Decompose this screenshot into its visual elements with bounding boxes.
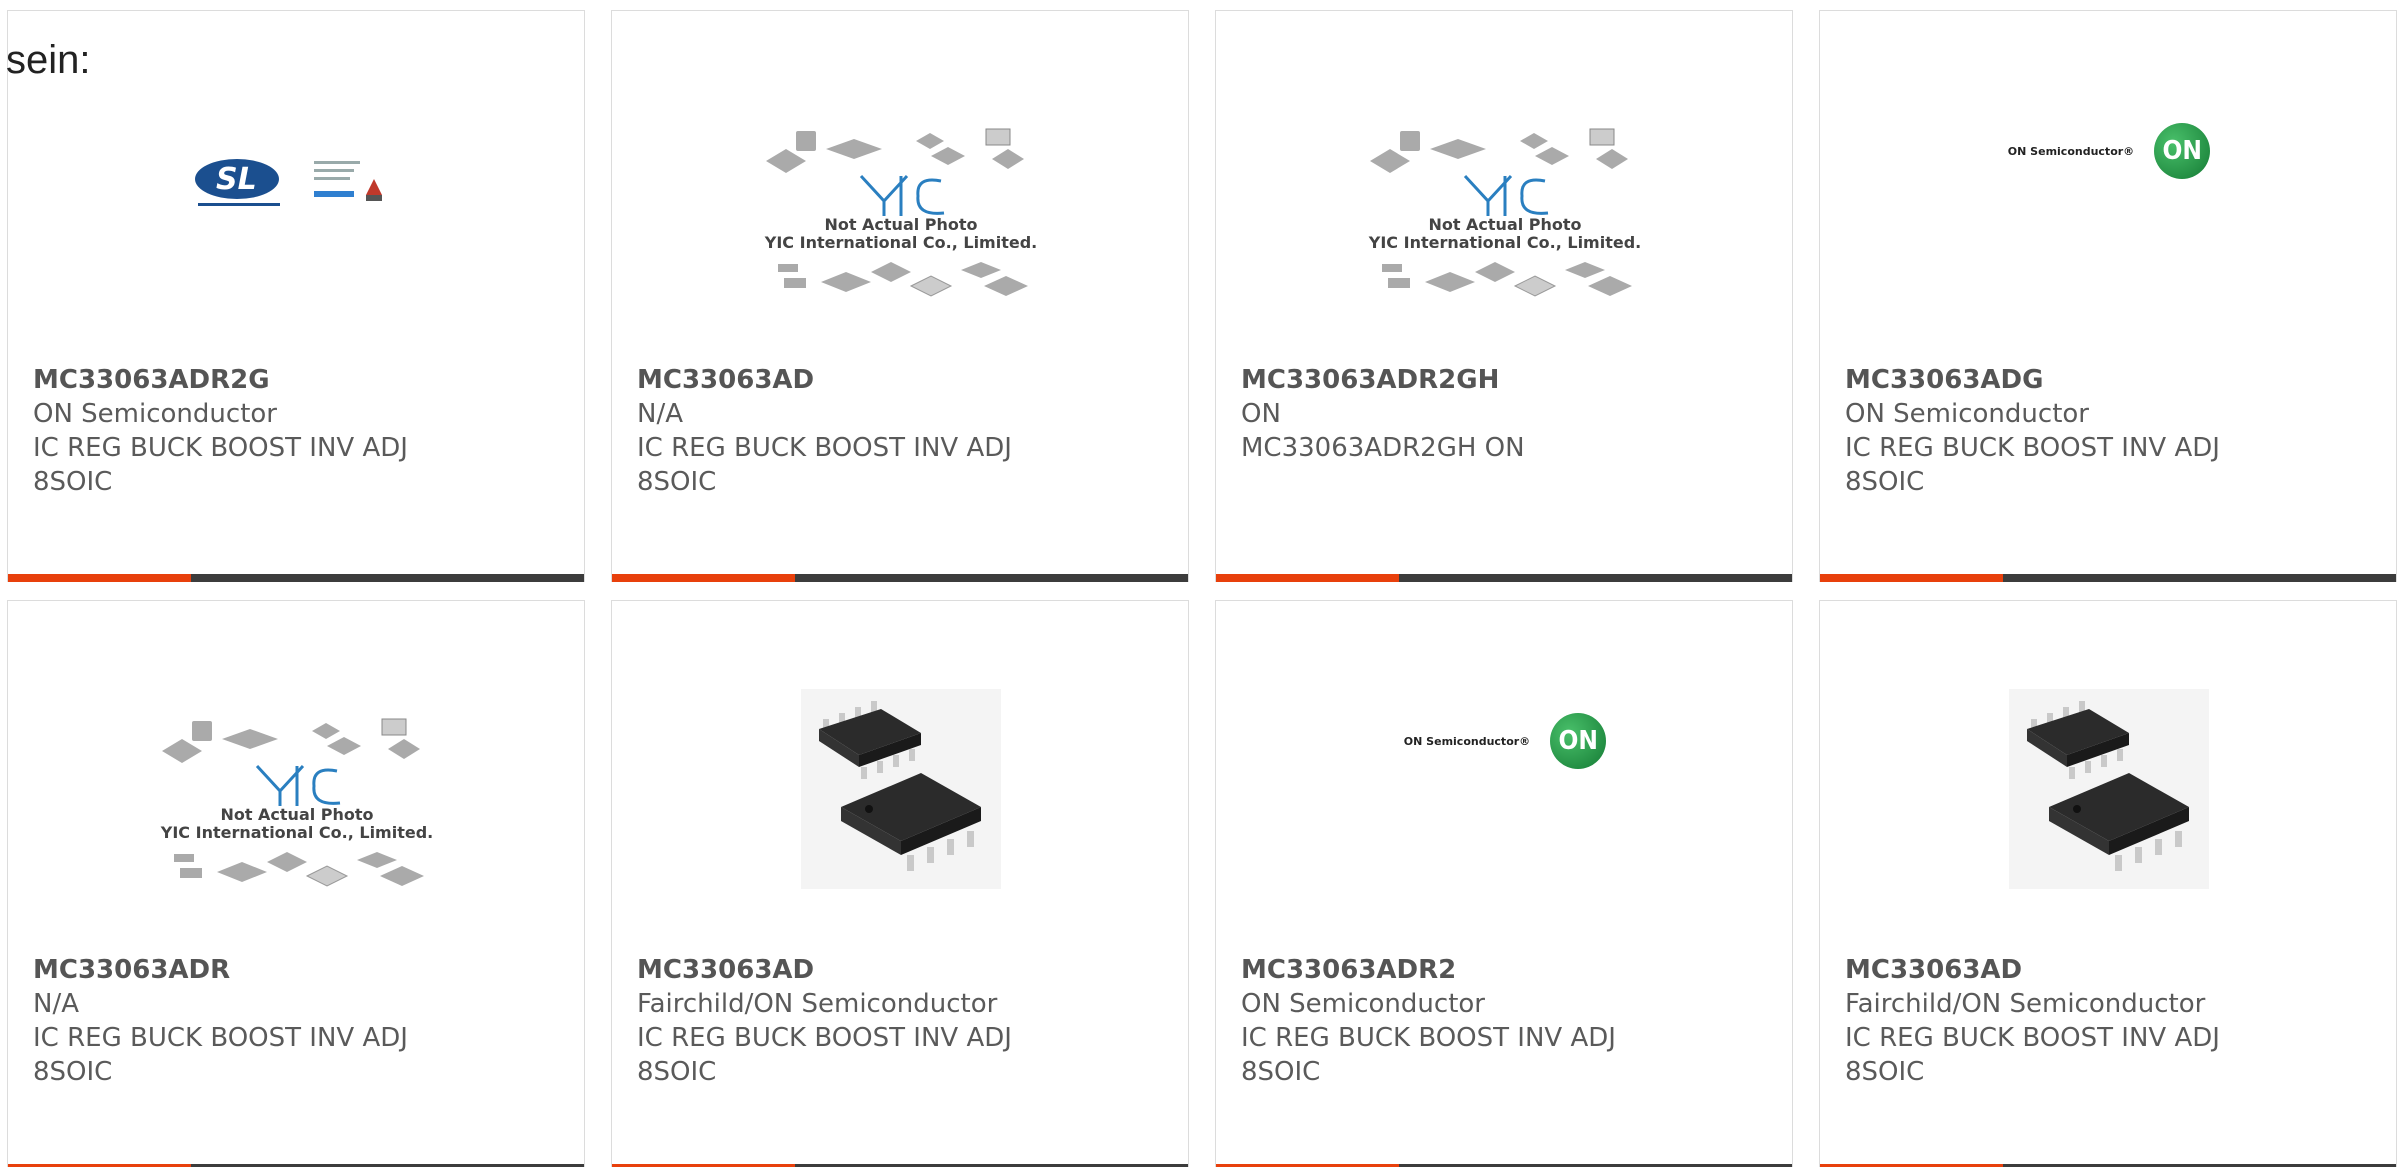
yic-placeholder: Not Actual Photo YIC International Co., … xyxy=(161,711,433,892)
manufacturer: N/A xyxy=(637,399,683,429)
product-info: MC33063AD Fairchild/ON Semiconductor IC … xyxy=(1845,953,2375,1089)
product-image[interactable]: Not Actual Photo YIC International Co., … xyxy=(1216,101,1792,361)
product-info: MC33063AD N/A IC REG BUCK BOOST INV ADJ … xyxy=(637,363,1167,499)
card-accent-bar xyxy=(1820,574,2003,582)
part-number[interactable]: MC33063ADR xyxy=(33,953,563,987)
part-number[interactable]: MC33063ADG xyxy=(1845,363,2375,397)
sl-power-logo: SL xyxy=(192,151,402,211)
description: IC REG BUCK BOOST INV ADJ 8SOIC xyxy=(33,1023,408,1087)
part-number[interactable]: MC33063AD xyxy=(1845,953,2375,987)
description: IC REG BUCK BOOST INV ADJ 8SOIC xyxy=(1241,1023,1616,1087)
product-card[interactable]: ON Semiconductor® ON MC33063ADG ON Semic… xyxy=(1819,10,2397,582)
product-card[interactable]: Not Actual Photo YIC International Co., … xyxy=(611,10,1189,582)
product-image[interactable]: SL xyxy=(8,101,584,361)
product-info: MC33063ADR2 ON Semiconductor IC REG BUCK… xyxy=(1241,953,1771,1089)
product-info: MC33063AD Fairchild/ON Semiconductor IC … xyxy=(637,953,1167,1089)
manufacturer: ON Semiconductor xyxy=(33,399,277,429)
page-title: sein: xyxy=(6,38,91,82)
product-card[interactable]: Not Actual Photo YIC International Co., … xyxy=(7,600,585,1167)
part-number[interactable]: MC33063ADR2 xyxy=(1241,953,1771,987)
card-accent-bar xyxy=(8,574,191,582)
manufacturer: ON Semiconductor xyxy=(1241,989,1485,1019)
part-number[interactable]: MC33063AD xyxy=(637,363,1167,397)
placeholder-caption: Not Actual Photo YIC International Co., … xyxy=(1368,214,1642,252)
yic-placeholder: Not Actual Photo YIC International Co., … xyxy=(1369,121,1641,302)
description: IC REG BUCK BOOST INV ADJ 8SOIC xyxy=(1845,433,2220,497)
manufacturer: ON Semiconductor xyxy=(1845,399,2089,429)
card-accent-bar xyxy=(612,574,795,582)
description: IC REG BUCK BOOST INV ADJ 8SOIC xyxy=(637,1023,1012,1087)
part-number[interactable]: MC33063AD xyxy=(637,953,1167,987)
product-card[interactable]: Not Actual Photo YIC International Co., … xyxy=(1215,10,1793,582)
product-image[interactable] xyxy=(612,689,1188,951)
part-number[interactable]: MC33063ADR2G xyxy=(33,363,563,397)
placeholder-caption: Not Actual Photo YIC International Co., … xyxy=(160,804,434,842)
placeholder-caption: Not Actual Photo YIC International Co., … xyxy=(764,214,1038,252)
product-info: MC33063ADR N/A IC REG BUCK BOOST INV ADJ… xyxy=(33,953,563,1089)
svg-text:SL: SL xyxy=(216,162,257,197)
product-info: MC33063ADG ON Semiconductor IC REG BUCK … xyxy=(1845,363,2375,499)
part-number[interactable]: MC33063ADR2GH xyxy=(1241,363,1771,397)
description: IC REG BUCK BOOST INV ADJ 8SOIC xyxy=(33,433,408,497)
description: MC33063ADR2GH ON xyxy=(1241,433,1525,463)
description: IC REG BUCK BOOST INV ADJ 8SOIC xyxy=(1845,1023,2220,1087)
description: IC REG BUCK BOOST INV ADJ 8SOIC xyxy=(637,433,1012,497)
yic-placeholder: Not Actual Photo YIC International Co., … xyxy=(765,121,1037,302)
on-semi-logo: ON Semiconductor® ON xyxy=(1404,713,1607,769)
product-info: MC33063ADR2GH ON MC33063ADR2GH ON xyxy=(1241,363,1771,465)
product-card[interactable]: SL MC33063ADR2G ON Semiconductor IC REG … xyxy=(7,10,585,582)
soic-chip-image xyxy=(801,689,1001,893)
product-image[interactable]: ON Semiconductor® ON xyxy=(1820,101,2396,361)
soic-chip-image xyxy=(2009,689,2209,893)
product-image[interactable]: ON Semiconductor® ON xyxy=(1216,691,1792,951)
product-card[interactable]: MC33063AD Fairchild/ON Semiconductor IC … xyxy=(1819,600,2397,1167)
manufacturer: ON xyxy=(1241,399,1281,429)
manufacturer: Fairchild/ON Semiconductor xyxy=(637,989,998,1019)
manufacturer: N/A xyxy=(33,989,79,1019)
product-grid-page: sein: SL MC33063ADR2G ON Semiconductor I… xyxy=(0,0,2400,1167)
product-image[interactable]: Not Actual Photo YIC International Co., … xyxy=(612,101,1188,361)
product-image[interactable] xyxy=(1820,689,2396,951)
on-semi-logo: ON Semiconductor® ON xyxy=(2008,123,2211,179)
product-info: MC33063ADR2G ON Semiconductor IC REG BUC… xyxy=(33,363,563,499)
card-accent-bar xyxy=(1216,574,1399,582)
product-image[interactable]: Not Actual Photo YIC International Co., … xyxy=(8,691,584,951)
product-card[interactable]: ON Semiconductor® ON MC33063ADR2 ON Semi… xyxy=(1215,600,1793,1167)
manufacturer: Fairchild/ON Semiconductor xyxy=(1845,989,2206,1019)
product-card[interactable]: MC33063AD Fairchild/ON Semiconductor IC … xyxy=(611,600,1189,1167)
